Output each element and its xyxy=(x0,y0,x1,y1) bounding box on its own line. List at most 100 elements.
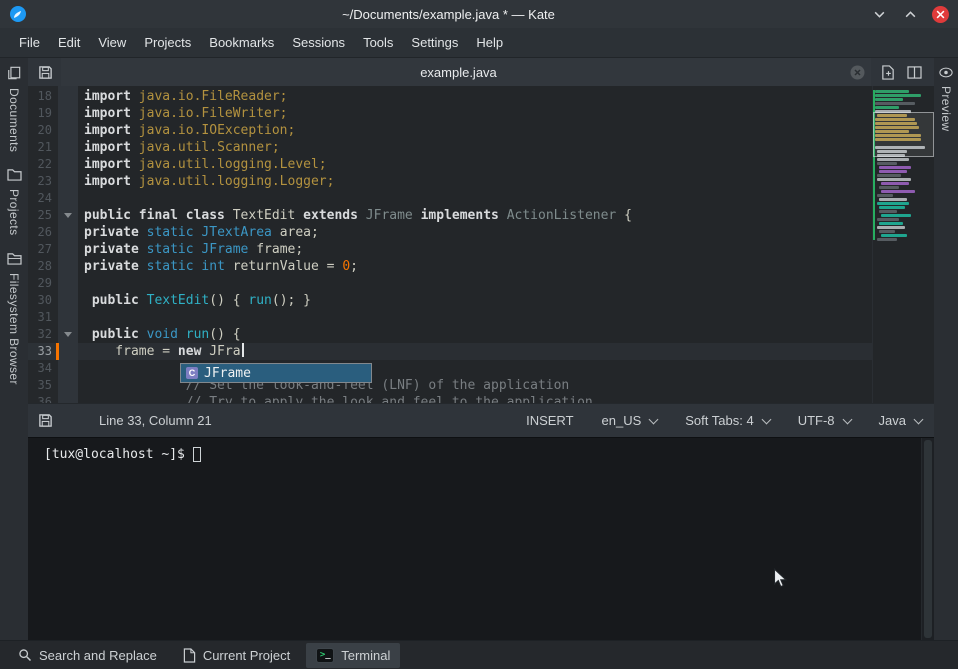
minimap-line xyxy=(877,218,899,221)
toolview-search-and-replace[interactable]: Search and Replace xyxy=(8,643,167,668)
line-number[interactable]: 35 xyxy=(28,377,58,394)
split-view-icon[interactable] xyxy=(907,66,922,79)
menu-settings[interactable]: Settings xyxy=(402,30,467,55)
code-line[interactable]: private static JTextArea area; xyxy=(84,224,872,241)
maximize-icon[interactable] xyxy=(901,5,919,23)
line-number[interactable]: 21 xyxy=(28,139,58,156)
dictionary-select[interactable]: en_US xyxy=(602,413,658,428)
toolview-label: Search and Replace xyxy=(39,648,157,663)
icon-border-cell xyxy=(58,394,78,403)
code-line[interactable]: public final class TextEdit extends JFra… xyxy=(84,207,872,224)
code-line[interactable]: import java.util.logging.Logger; xyxy=(84,173,872,190)
menu-sessions[interactable]: Sessions xyxy=(283,30,354,55)
code-line[interactable] xyxy=(84,309,872,326)
menu-view[interactable]: View xyxy=(89,30,135,55)
search-icon xyxy=(18,648,32,662)
code-line[interactable]: private static int returnValue = 0; xyxy=(84,258,872,275)
menu-edit[interactable]: Edit xyxy=(49,30,89,55)
encoding-select[interactable]: UTF-8 xyxy=(798,413,851,428)
new-document-icon[interactable] xyxy=(881,65,895,80)
line-number[interactable]: 36 xyxy=(28,394,58,403)
code-line[interactable]: private static JFrame frame; xyxy=(84,241,872,258)
line-number[interactable]: 18 xyxy=(28,88,58,105)
chevron-down-icon xyxy=(842,414,852,424)
icon-border-cell xyxy=(58,241,78,258)
icon-border-cell xyxy=(58,173,78,190)
icon-border-cell xyxy=(58,360,78,377)
icon-border-cell xyxy=(58,88,78,105)
input-mode[interactable]: INSERT xyxy=(526,413,573,428)
menu-bookmarks[interactable]: Bookmarks xyxy=(200,30,283,55)
sidebar-label: Filesystem Browser xyxy=(7,273,21,385)
code-line[interactable]: import java.io.FileReader; xyxy=(84,88,872,105)
line-number[interactable]: 24 xyxy=(28,190,58,207)
terminal-panel[interactable]: [tux@localhost ~]$ xyxy=(28,437,934,640)
chevron-down-icon xyxy=(914,414,924,424)
completion-item-jframe[interactable]: JFrame xyxy=(204,366,251,381)
line-number[interactable]: 33 xyxy=(28,343,58,360)
close-icon[interactable] xyxy=(932,6,949,23)
minimap-scrollbar[interactable] xyxy=(872,86,934,403)
kate-app-icon[interactable] xyxy=(9,5,27,23)
code-line[interactable]: // Try to apply the look and feel to the… xyxy=(84,394,872,403)
menu-help[interactable]: Help xyxy=(467,30,512,55)
sidebar-item-documents[interactable]: Documents xyxy=(7,64,21,154)
fold-arrow-icon[interactable] xyxy=(58,207,78,224)
sidebar-item-projects[interactable]: Projects xyxy=(7,166,22,238)
toolview-terminal[interactable]: >_ Terminal xyxy=(306,643,400,668)
code-line[interactable]: public TextEdit() { run(); } xyxy=(84,292,872,309)
tab-close-icon[interactable] xyxy=(850,65,865,80)
code-line[interactable] xyxy=(84,275,872,292)
tab-mode-select[interactable]: Soft Tabs: 4 xyxy=(685,413,769,428)
line-numbers[interactable]: 18192021222324252627282930313233343536 xyxy=(28,86,58,403)
documents-icon xyxy=(7,66,21,83)
tab-example-java[interactable]: example.java xyxy=(61,58,871,86)
line-number[interactable]: 19 xyxy=(28,105,58,122)
fold-arrow-icon[interactable] xyxy=(58,326,78,343)
line-number[interactable]: 23 xyxy=(28,173,58,190)
kate-window: ~/Documents/example.java * — Kate File E… xyxy=(0,0,958,669)
menu-projects[interactable]: Projects xyxy=(135,30,200,55)
save-icon[interactable] xyxy=(38,413,53,428)
sidebar-item-preview[interactable]: Preview xyxy=(939,64,953,133)
line-number[interactable]: 26 xyxy=(28,224,58,241)
line-number[interactable]: 29 xyxy=(28,275,58,292)
minimap-line xyxy=(879,210,897,213)
minimap-line xyxy=(879,170,907,173)
cursor-position[interactable]: Line 33, Column 21 xyxy=(99,413,212,428)
mouse-cursor xyxy=(773,568,788,594)
minimap-line xyxy=(875,94,921,97)
line-number[interactable]: 28 xyxy=(28,258,58,275)
code-lines[interactable]: import java.io.FileReader;import java.io… xyxy=(78,86,872,403)
minimize-icon[interactable] xyxy=(870,5,888,23)
line-number[interactable]: 34 xyxy=(28,360,58,377)
minimap-line xyxy=(877,226,905,229)
line-number[interactable]: 25 xyxy=(28,207,58,224)
line-number[interactable]: 22 xyxy=(28,156,58,173)
code-line[interactable]: frame = new JFra xyxy=(78,343,872,360)
code-line[interactable]: import java.util.Scanner; xyxy=(84,139,872,156)
sidebar-item-filesystem-browser[interactable]: Filesystem Browser xyxy=(7,250,22,387)
save-document-icon[interactable] xyxy=(38,65,53,80)
minimap-viewport[interactable] xyxy=(873,112,934,157)
toolview-label: Terminal xyxy=(341,648,390,663)
menu-tools[interactable]: Tools xyxy=(354,30,402,55)
code-line[interactable]: import java.util.logging.Level; xyxy=(84,156,872,173)
line-number[interactable]: 20 xyxy=(28,122,58,139)
code-line[interactable]: public void run() { xyxy=(84,326,872,343)
minimap-line xyxy=(875,90,909,93)
line-number[interactable]: 31 xyxy=(28,309,58,326)
line-number[interactable]: 32 xyxy=(28,326,58,343)
code-line[interactable]: import java.io.IOException; xyxy=(84,122,872,139)
code-line[interactable]: import java.io.FileWriter; xyxy=(84,105,872,122)
left-sidebar: Documents Projects Filesystem Browser xyxy=(0,58,28,640)
terminal-scrollbar[interactable] xyxy=(921,438,934,640)
tab-title: example.java xyxy=(67,65,850,80)
line-number[interactable]: 27 xyxy=(28,241,58,258)
code-line[interactable] xyxy=(84,190,872,207)
line-number[interactable]: 30 xyxy=(28,292,58,309)
terminal-scrollbar-thumb[interactable] xyxy=(924,440,932,638)
menu-file[interactable]: File xyxy=(10,30,49,55)
toolview-current-project[interactable]: Current Project xyxy=(173,643,300,668)
language-select[interactable]: Java xyxy=(879,413,922,428)
